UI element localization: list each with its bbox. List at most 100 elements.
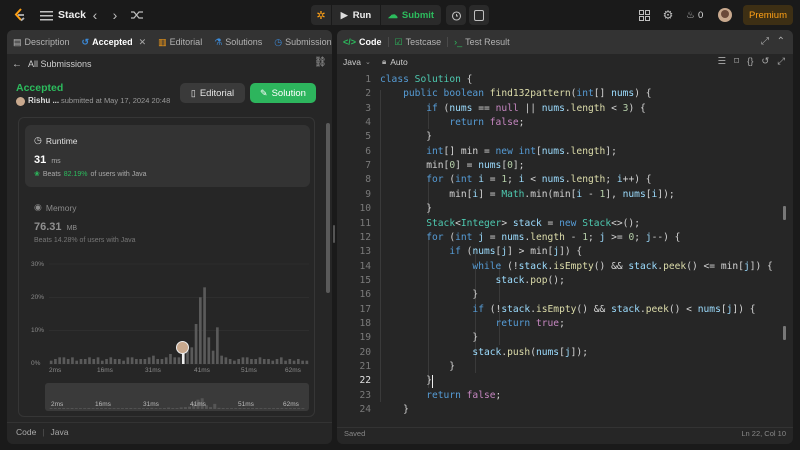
code-line[interactable]: } xyxy=(380,375,432,386)
submitter-name[interactable]: Rishu ... xyxy=(28,96,59,105)
runtime-distribution-chart[interactable]: 30% 20% 10% 0% 2ms 16ms 31ms 41ms 51ms 6… xyxy=(19,258,316,378)
chart-bar xyxy=(169,354,172,364)
chart-bar xyxy=(297,359,300,364)
problem-list-title[interactable]: Stack xyxy=(58,8,86,22)
code-line[interactable]: } xyxy=(380,289,478,300)
editor-toolbar: ☰ ⌑ {} ↺ ⤢ xyxy=(718,56,785,67)
code-line[interactable]: } xyxy=(380,131,432,142)
maximize-icon[interactable]: ⤢ xyxy=(761,36,769,47)
code-line[interactable]: } xyxy=(380,332,478,343)
collapse-icon[interactable]: ⌃ xyxy=(777,36,785,47)
run-button[interactable]: ▶ Run xyxy=(332,5,380,25)
code-line[interactable]: if (nums[j] > min[j]) { xyxy=(380,246,582,257)
minimap-bar xyxy=(150,407,154,409)
runtime-label: Runtime xyxy=(45,135,78,146)
code-editor[interactable]: 1 class Solution {2 public boolean find13… xyxy=(337,74,785,418)
share-link-icon[interactable]: ⛓ xyxy=(314,57,327,68)
left-panel-tabs: ▤ Description ↺ Accepted ✕ ▥ Editorial ⚗… xyxy=(7,30,332,54)
leaf-icon: ❀ xyxy=(34,171,40,178)
x-tick: 31ms xyxy=(145,367,161,374)
fullscreen-icon[interactable]: ⤢ xyxy=(777,56,785,67)
code-line[interactable]: if (nums == null || nums.length < 3) { xyxy=(380,103,646,114)
code-line[interactable]: stack.pop(); xyxy=(380,275,565,286)
code-line[interactable]: for (int j = nums.length - 1; j >= 0; j-… xyxy=(380,232,680,243)
tab-accepted[interactable]: ↺ Accepted ✕ xyxy=(76,30,153,54)
minimap-tick: 31ms xyxy=(143,401,159,408)
solution-button[interactable]: ✎ Solution xyxy=(250,83,316,103)
back-to-submissions[interactable]: ← All Submissions xyxy=(12,57,92,71)
chart-bar xyxy=(237,359,241,364)
flask-icon: ⚗ xyxy=(214,36,223,47)
memory-header[interactable]: ◉ Memory xyxy=(34,202,77,213)
chart-bar xyxy=(292,360,296,364)
code-line[interactable]: class Solution { xyxy=(380,74,472,85)
minimap-bar xyxy=(225,408,229,409)
tab-submissions[interactable]: ◷ Submission xyxy=(268,30,332,54)
left-panel-scrollbar[interactable] xyxy=(326,123,330,293)
minimap-bar xyxy=(162,408,166,409)
minimap-bar xyxy=(99,408,103,409)
submit-button[interactable]: ☁ Submit xyxy=(381,5,441,25)
language-select[interactable]: Java ⌄ xyxy=(343,57,371,67)
code-brackets-icon: </> xyxy=(343,37,357,47)
prev-problem-icon[interactable]: ‹ xyxy=(89,7,101,23)
timer-button[interactable] xyxy=(446,5,466,25)
bookmark-icon[interactable]: ⌑ xyxy=(734,56,739,67)
settings-gear-icon[interactable]: ⚙ xyxy=(661,8,675,22)
shuffle-icon[interactable] xyxy=(130,8,144,22)
code-line[interactable]: return false; xyxy=(380,390,501,401)
tab-solutions[interactable]: ⚗ Solutions xyxy=(208,30,268,54)
tab-description[interactable]: ▤ Description xyxy=(7,30,76,54)
code-line[interactable]: Stack<Integer> stack = new Stack<>(); xyxy=(380,218,640,229)
chart-bar xyxy=(198,297,202,364)
tab-test-result[interactable]: ›_ Test Result xyxy=(448,30,516,54)
minimap-bar xyxy=(209,407,213,409)
code-line[interactable]: if (!stack.isEmpty() && stack.peek() < n… xyxy=(380,304,755,315)
save-status: Saved xyxy=(344,429,366,438)
tab-testcase[interactable]: ☑ Testcase xyxy=(389,30,448,54)
reset-icon[interactable]: ↺ xyxy=(761,56,769,67)
layout-grid-icon[interactable] xyxy=(637,8,651,22)
code-line[interactable]: stack.push(nums[j]); xyxy=(380,347,588,358)
code-line[interactable]: min[0] = nums[0]; xyxy=(380,160,524,171)
code-line[interactable]: return true; xyxy=(380,318,565,329)
code-line[interactable]: for (int i = 1; i < nums.length; i++) { xyxy=(380,174,651,185)
user-avatar[interactable] xyxy=(718,8,732,22)
line-number: 13 xyxy=(359,246,371,258)
minimap-bar xyxy=(167,407,171,409)
code-line[interactable]: int[] min = new int[nums.length]; xyxy=(380,146,617,157)
chart-bar xyxy=(224,357,228,364)
braces-icon[interactable]: {} xyxy=(747,56,753,67)
chart-bar xyxy=(258,357,262,364)
chart-bar xyxy=(62,357,66,364)
chart-bar xyxy=(173,357,177,364)
code-line[interactable]: } xyxy=(380,361,455,372)
panel-splitter[interactable] xyxy=(333,225,335,243)
tab-code[interactable]: </> Code xyxy=(337,30,388,54)
code-line[interactable]: public boolean find132pattern(int[] nums… xyxy=(380,88,651,99)
stats-card: ◷ Runtime 31 ms ❀ Beats 82.19% of users … xyxy=(18,117,315,417)
chart-bar xyxy=(83,359,87,364)
close-tab-icon[interactable]: ✕ xyxy=(139,37,147,48)
minimap-bar xyxy=(242,408,246,409)
code-line[interactable]: min[i] = Math.min(min[i - 1], nums[i]); xyxy=(380,189,674,200)
runtime-box[interactable]: ◷ Runtime 31 ms ❀ Beats 82.19% of users … xyxy=(25,125,310,187)
streak-counter[interactable]: ♨ 0 xyxy=(686,8,703,22)
tab-editorial[interactable]: ▥ Editorial xyxy=(152,30,208,54)
chart-range-minimap[interactable]: 2ms 16ms 31ms 41ms 51ms 62ms xyxy=(45,383,309,411)
debug-button[interactable]: ✲ xyxy=(311,5,331,25)
leetcode-logo[interactable] xyxy=(12,8,26,22)
code-line[interactable]: } xyxy=(380,203,432,214)
editorial-button[interactable]: ▯ Editorial xyxy=(180,83,245,103)
code-line[interactable]: while (!stack.isEmpty() && stack.peek() … xyxy=(380,261,772,272)
auto-format-toggle[interactable]: 🔒︎ Auto xyxy=(382,57,408,67)
code-line[interactable]: return false; xyxy=(380,117,524,128)
minimap-bar xyxy=(91,408,95,409)
chart-bar xyxy=(100,360,104,364)
next-problem-icon[interactable]: › xyxy=(109,7,121,23)
code-line[interactable]: } xyxy=(380,404,409,415)
format-lines-icon[interactable]: ☰ xyxy=(718,56,727,67)
notes-button[interactable] xyxy=(469,5,489,25)
problem-list-icon[interactable] xyxy=(38,8,54,22)
premium-button[interactable]: Premium xyxy=(743,5,793,25)
